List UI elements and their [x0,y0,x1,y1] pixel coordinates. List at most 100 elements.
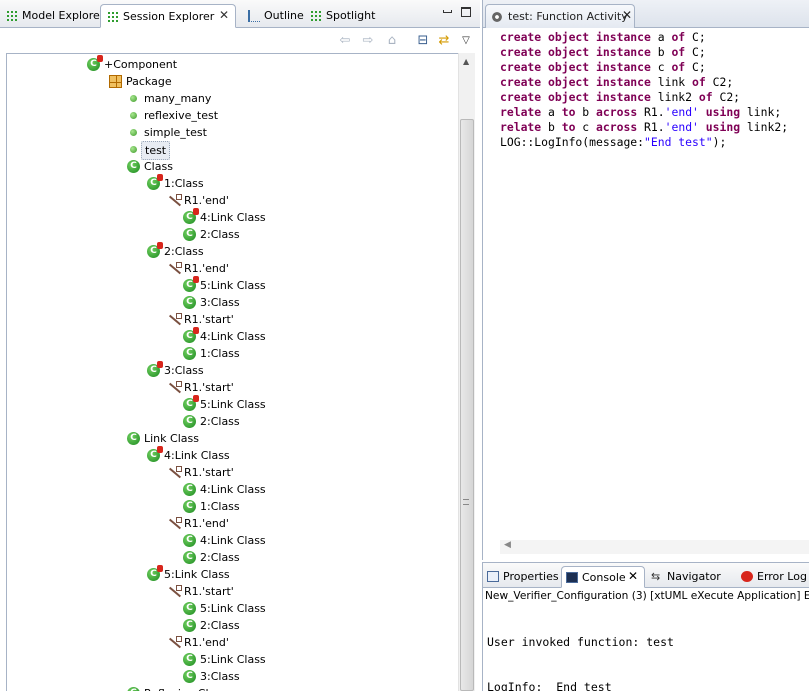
tree-node-label: 3:Class [200,670,240,683]
code-keyword: to [561,120,576,134]
instance-icon: C [183,228,196,241]
tree-node-label: simple_test [144,126,207,139]
code-keyword: create object instance [500,75,651,89]
navigator-icon: ⇆ [651,570,661,583]
close-icon[interactable]: ✕ [628,569,638,583]
instance-icon: C [147,242,163,258]
tree-node-label: Class [144,160,173,173]
tree-node-label: 1:Class [200,347,240,360]
console-icon [566,572,578,583]
error-log-icon [741,571,753,582]
tab-console[interactable]: Console ✕ [561,566,645,588]
tree-node-label: 2:Class [200,228,240,241]
tree-node-label: reflexive_test [144,109,219,122]
code-text: ); [712,135,727,149]
tab-navigator[interactable]: ⇆ Navigator [647,566,735,588]
code-keyword: across [596,105,638,119]
tab-error-log[interactable]: Error Log [737,566,809,588]
back-arrow-icon[interactable]: ⇦ [337,33,353,49]
code-text: C2; [705,75,734,89]
view-menu-icon[interactable]: ▽ [458,33,474,49]
tab-label: Navigator [667,570,721,583]
instance-icon: C [183,347,196,360]
code-text-area[interactable]: create object instance a of C; create obj… [500,30,809,150]
tab-label: Model Explorer [22,9,105,22]
tree-node-label: R1.'end' [184,194,229,207]
tree-node-label: R1.'start' [184,313,234,326]
code-keyword: across [596,120,638,134]
code-keyword: of [698,90,713,104]
instance-icon: C [183,602,196,615]
tab-model-explorer[interactable]: Model Explorer [0,4,104,28]
code-text: C; [685,60,706,74]
tree-node-label: 4:Link Class [200,483,266,496]
code-text: link2 [650,90,699,104]
tree-node-label: 1:Class [200,500,240,513]
code-text: R1. [637,105,665,119]
code-keyword: to [561,105,576,119]
home-icon[interactable]: ⌂ [384,33,400,49]
tab-spotlight[interactable]: Spotlight [304,4,375,28]
code-line: LOG::LogInfo(message:"End test"); [500,135,809,150]
code-text: b [541,120,562,134]
instance-icon: C [183,551,196,564]
scrollbar-thumb[interactable] [460,119,474,691]
spotlight-icon [310,10,322,22]
code-line: create object instance b of C; [500,45,809,60]
instance-icon: C [147,565,163,581]
editor-horizontal-scrollbar[interactable]: ◀ [500,540,809,554]
code-text: c [650,60,672,74]
function-icon [130,146,137,153]
tree-node-label: 4:Link Class [164,449,230,462]
outline-icon [248,10,260,22]
code-line: create object instance link2 of C2; [500,90,809,105]
code-line: create object instance link of C2; [500,75,809,90]
scroll-up-icon[interactable]: ▲ [463,57,469,66]
tab-properties[interactable]: Properties [483,566,561,588]
tree-node-label: 2:Class [200,619,240,632]
tree-node-label: R1.'start' [184,466,234,479]
code-text: a [541,105,562,119]
code-keyword: relate [500,120,542,134]
minimize-icon[interactable] [443,10,452,13]
relationship-icon [167,381,182,394]
tab-outline[interactable]: Outline [242,4,304,28]
scroll-left-icon[interactable]: ◀ [504,540,511,550]
collapse-all-icon[interactable]: ⊟ [415,33,431,49]
code-keyword: of [671,45,686,59]
code-text: b [575,105,597,119]
instance-icon: C [183,327,199,343]
class-icon: C [127,160,140,173]
close-icon[interactable]: ✕ [219,8,229,22]
code-line: relate a to b across R1.'end' using link… [500,105,809,120]
tab-function-activity[interactable]: test: Function Activity ✕ [485,4,635,28]
code-keyword: of [671,30,686,44]
tree-node-label: 3:Class [164,364,204,377]
properties-icon [487,571,499,582]
console-tabbar: Properties Console ✕ ⇆ Navigator Error L… [483,563,809,588]
instance-icon: C [183,208,199,224]
session-tree: C +Component Package many_many reflexive_tes… [6,53,458,691]
code-text: b [650,45,672,59]
console-launch-header: New_Verifier_Configuration (3) [xtUML eX… [485,590,809,602]
instance-icon: C [183,415,196,428]
tree-node-label: Reflexive Class [144,685,227,691]
maximize-icon[interactable] [461,7,471,17]
tree-vertical-scrollbar[interactable]: ▲ [458,53,475,691]
tab-session-explorer[interactable]: Session Explorer ✕ [100,4,236,28]
tree-node-label: R1.'end' [184,517,229,530]
code-text: LOG::LogInfo(message: [500,135,645,149]
console-output[interactable]: User invoked function: test LogInfo: End… [487,605,674,691]
tree-node-label: 5:Link Class [200,602,266,615]
relationship-icon [167,313,182,326]
link-with-editor-icon[interactable]: ⇄ [436,33,452,49]
instance-icon: C [183,276,199,292]
code-text: link2; [740,120,789,134]
relationship-icon [167,585,182,598]
forward-arrow-icon[interactable]: ⇨ [360,33,376,49]
tree-node-label: 5:Link Class [200,398,266,411]
relationship-icon [167,194,182,207]
close-icon[interactable]: ✕ [622,8,632,22]
